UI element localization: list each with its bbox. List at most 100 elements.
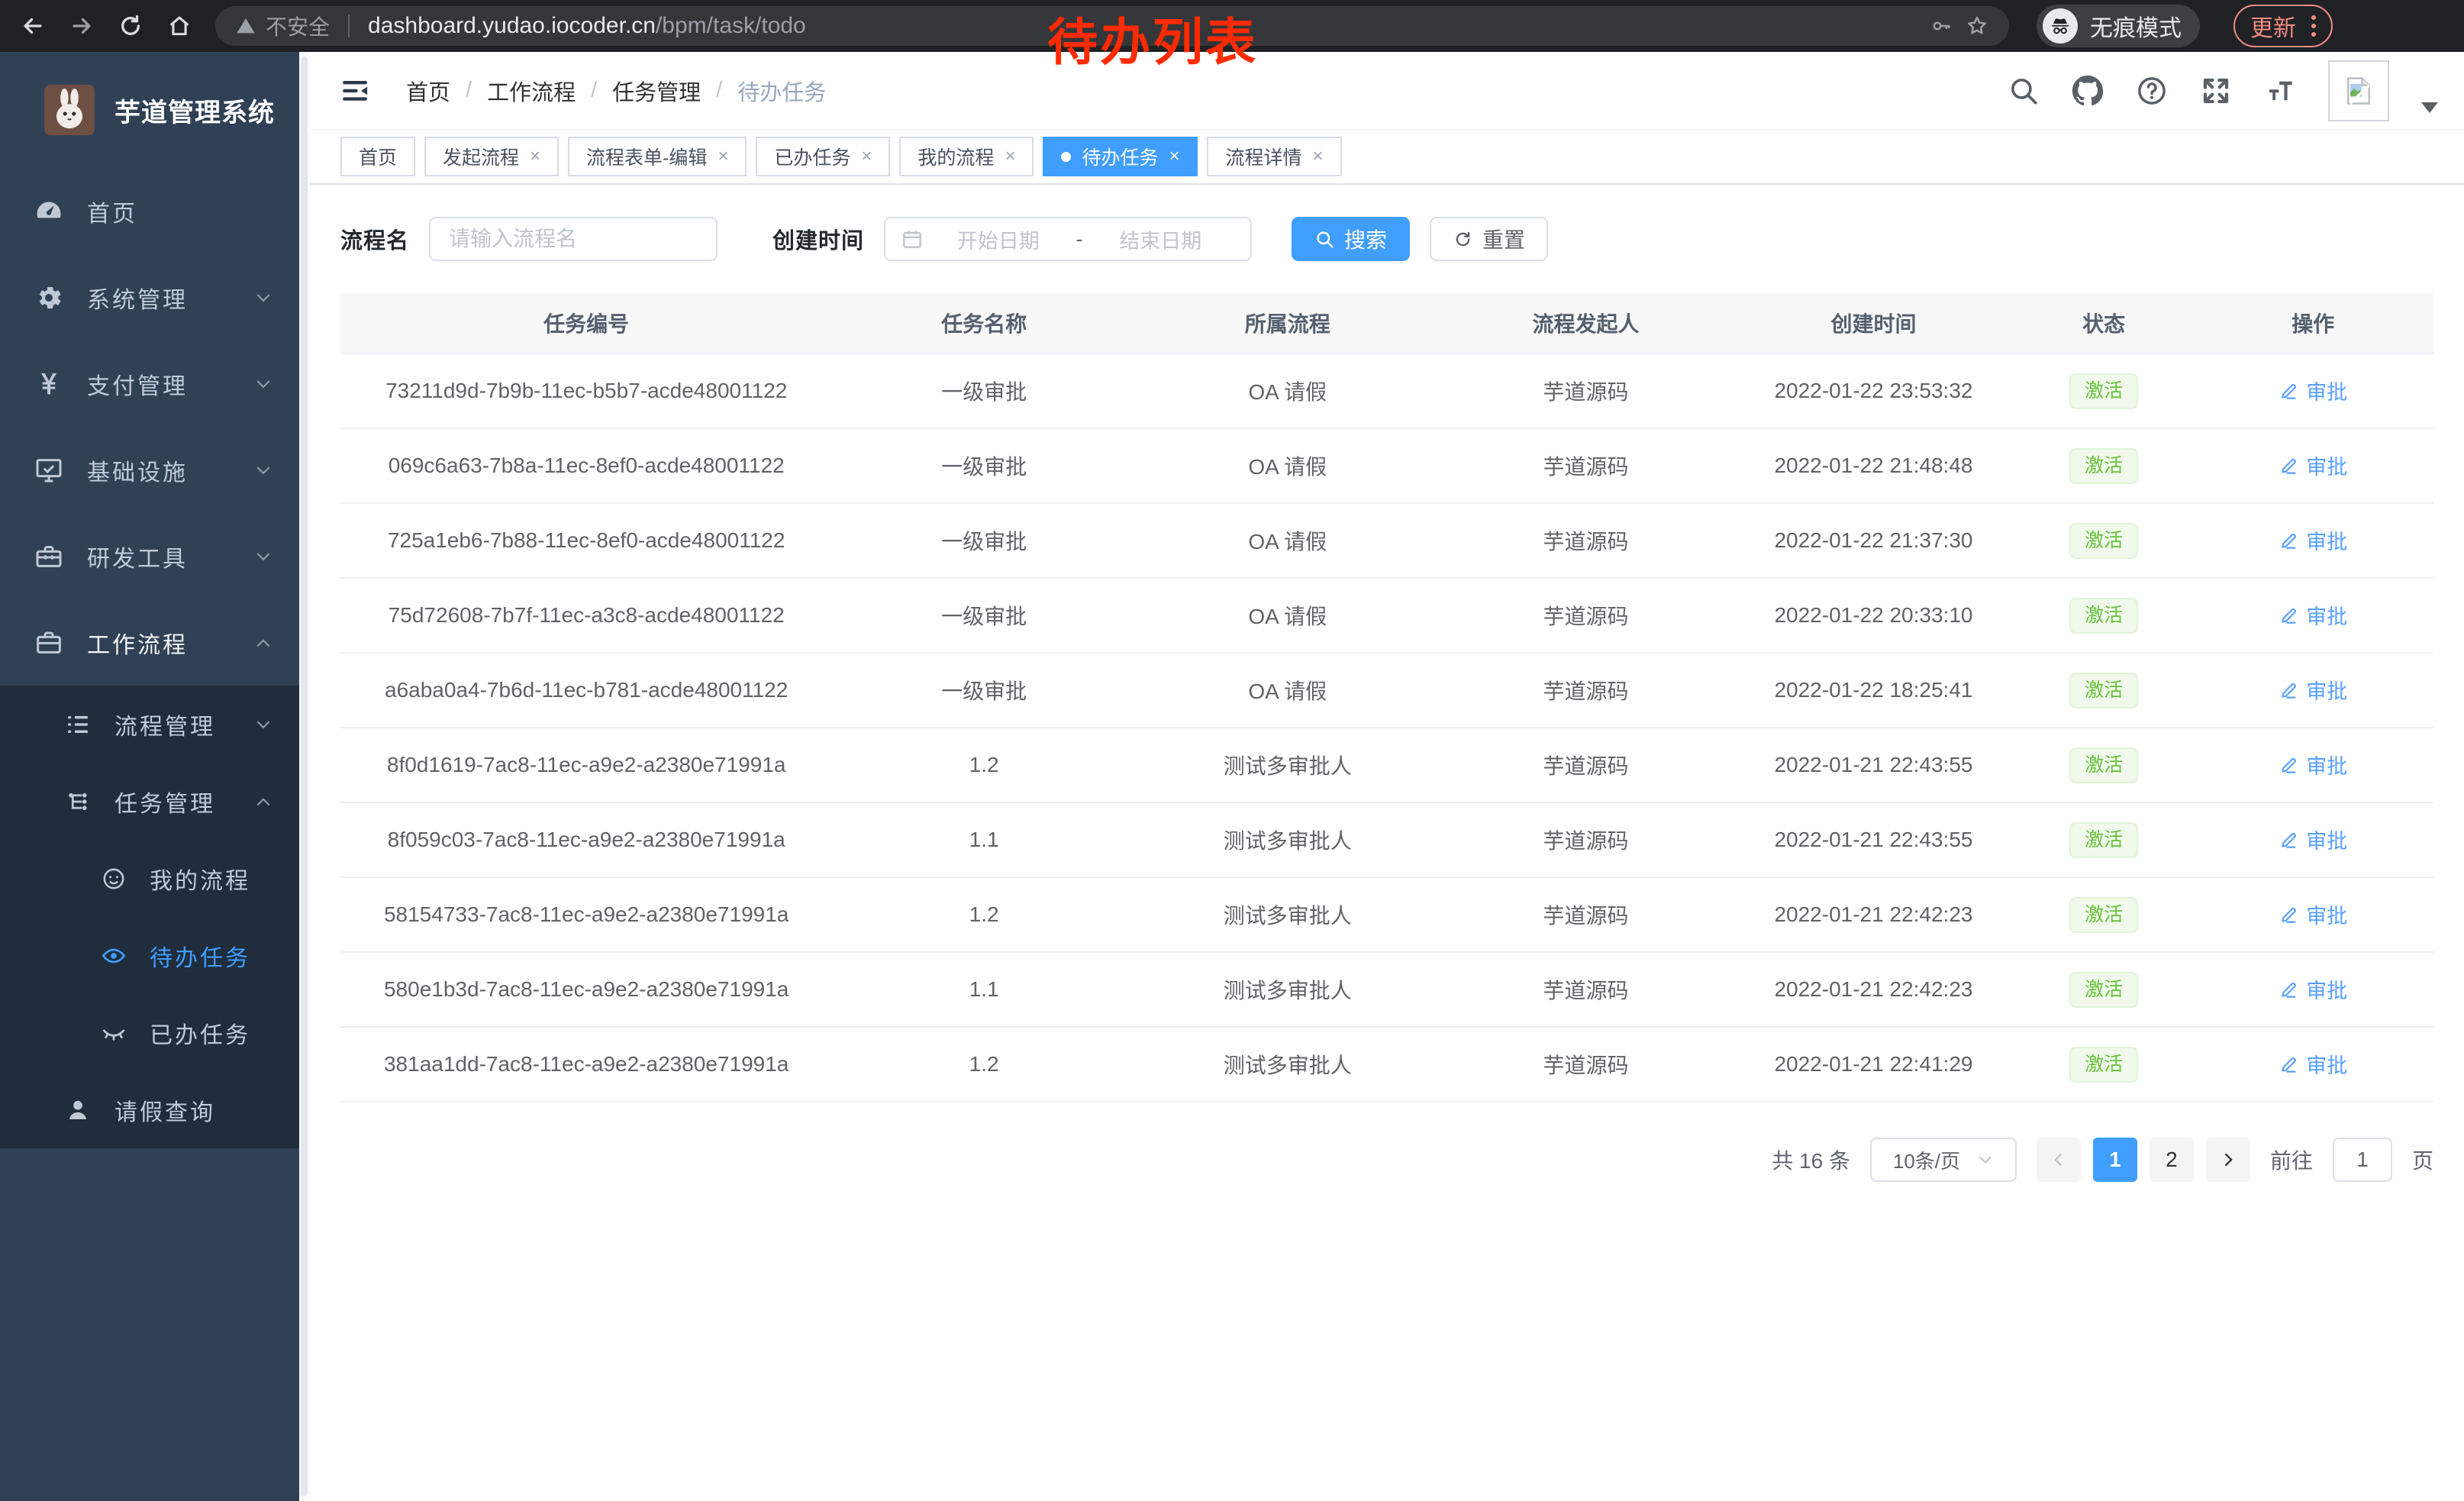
tab-active[interactable]: 待办任务× [1043,137,1198,176]
page-button-1[interactable]: 1 [2093,1138,2137,1182]
sidebar-item-label: 系统管理 [87,281,253,315]
approve-link[interactable]: 审批 [2279,750,2347,780]
reset-button[interactable]: 重置 [1430,217,1548,261]
tab-close-icon[interactable]: × [1169,147,1179,166]
sidebar-item[interactable]: 待办任务 [0,917,299,994]
breadcrumb-item[interactable]: 首页 [406,75,450,107]
security-warning[interactable]: 不安全 [235,11,330,41]
start-date-placeholder[interactable]: 开始日期 [924,224,1073,254]
approve-link[interactable]: 审批 [2279,1049,2347,1079]
breadcrumb-item[interactable]: 任务管理 [612,75,701,107]
approve-link[interactable]: 审批 [2279,974,2347,1004]
process-name-input[interactable] [429,217,718,261]
approve-link[interactable]: 审批 [2279,376,2347,405]
approve-link[interactable]: 审批 [2279,525,2347,555]
range-separator: - [1073,228,1086,251]
status-badge: 激活 [2069,373,2138,409]
app-logo[interactable]: 芋道管理系统 [0,52,299,168]
action-cell: 审批 [2193,750,2433,780]
status-badge: 激活 [2069,897,2138,933]
approve-link[interactable]: 审批 [2279,899,2347,929]
page-button-2[interactable]: 2 [2150,1138,2194,1182]
chevron-up-icon [253,792,273,812]
table-cell: 2022-01-21 22:42:23 [1732,977,2014,1002]
table-cell: 75d72608-7b7f-11ec-a3c8-acde48001122 [340,603,832,628]
tab-item[interactable]: 流程表单-编辑× [568,137,747,176]
tab-item[interactable]: 首页 [340,137,415,176]
breadcrumb-item[interactable]: 工作流程 [487,75,576,107]
status-cell: 激活 [2015,523,2193,559]
date-range-picker[interactable]: 开始日期 - 结束日期 [884,217,1252,261]
tab-item[interactable]: 发起流程 × [424,137,559,176]
user-avatar-broken-image[interactable] [2328,60,2389,121]
next-page-button[interactable] [2206,1138,2250,1182]
sidebar-item[interactable]: 任务管理 [0,763,299,840]
url-bar[interactable]: 不安全 dashboard.yudao.iocoder.cn/bpm/task/… [215,6,2009,46]
sidebar-item[interactable]: 研发工具 [0,513,299,599]
sidebar-item[interactable]: 流程管理 [0,686,299,763]
fullscreen-icon[interactable] [2200,75,2232,107]
sidebar-item[interactable]: 基础设施 [0,427,299,513]
table-row: 73211d9d-7b9b-11ec-b5b7-acde48001122一级审批… [340,354,2433,429]
url-text[interactable]: dashboard.yudao.iocoder.cn/bpm/task/todo [368,13,806,39]
page-suffix: 页 [2412,1144,2433,1175]
font-size-icon[interactable] [2264,75,2296,107]
back-icon[interactable] [20,13,46,39]
sidebar-item[interactable]: 系统管理 [0,254,299,341]
avatar-dropdown-caret[interactable] [2421,102,2438,113]
tab-close-icon[interactable]: × [1313,147,1324,166]
help-icon[interactable] [2136,75,2168,107]
sidebar-item-label: 我的流程 [150,862,299,896]
column-header: 状态 [2015,308,2193,338]
tab-close-icon[interactable]: × [530,147,540,166]
sidebar-item[interactable]: 请假查询 [0,1071,299,1148]
table-cell: 一级审批 [832,600,1136,631]
sidebar-item[interactable]: 我的流程 [0,840,299,917]
column-header: 所属流程 [1136,308,1440,338]
sidebar-scrollbar[interactable] [299,52,310,1501]
browser-update-button[interactable]: 更新 [2233,5,2333,47]
tab-item[interactable]: 我的流程× [899,137,1034,176]
home-icon[interactable] [166,13,192,39]
forward-icon[interactable] [69,13,95,39]
sidebar-collapse-icon[interactable] [339,75,371,107]
page-size-select[interactable]: 10条/页 [1870,1138,2017,1182]
search-icon[interactable] [2008,75,2040,107]
breadcrumb: 首页/工作流程/任务管理/待办任务 [406,75,826,107]
action-cell: 审批 [2193,675,2433,705]
tab-item[interactable]: 已办任务× [756,137,890,176]
sidebar-item[interactable]: 工作流程 [0,599,299,686]
tab-label: 发起流程 [443,143,519,170]
goto-page-input[interactable] [2333,1138,2392,1182]
tab-close-icon[interactable]: × [1005,147,1015,166]
reload-icon[interactable] [118,13,144,39]
sidebar-item[interactable]: 已办任务 [0,994,299,1071]
eye-icon [101,943,127,969]
tab-item[interactable]: 流程详情× [1207,137,1341,176]
gauge-icon [34,196,64,227]
key-icon[interactable] [1930,15,1953,37]
content: 流程名 创建时间 开始日期 - 结束日期 搜索 [310,185,2464,1501]
flow-icon [64,788,92,815]
table-cell: 芋道源码 [1440,1049,1733,1080]
browser-menu-icon[interactable] [2311,15,2316,37]
approve-link[interactable]: 审批 [2279,600,2347,630]
sidebar-item-label: 工作流程 [87,626,253,660]
action-cell: 审批 [2193,1049,2433,1080]
approve-link[interactable]: 审批 [2279,675,2347,705]
logo-avatar [44,85,95,135]
status-cell: 激活 [2015,747,2193,783]
approve-link[interactable]: 审批 [2279,450,2347,480]
sidebar-item[interactable]: 支付管理 [0,341,299,427]
bookmark-star-icon[interactable] [1965,14,1989,38]
end-date-placeholder[interactable]: 结束日期 [1086,224,1236,254]
table-cell: a6aba0a4-7b6d-11ec-b781-acde48001122 [340,678,832,702]
status-cell: 激活 [2015,972,2193,1008]
approve-link[interactable]: 审批 [2279,825,2347,854]
sidebar-item[interactable]: 首页 [0,168,299,254]
prev-page-button[interactable] [2037,1138,2081,1182]
github-icon[interactable] [2072,75,2104,107]
tab-close-icon[interactable]: × [861,147,872,166]
tab-close-icon[interactable]: × [718,147,728,166]
search-button[interactable]: 搜索 [1292,217,1410,261]
